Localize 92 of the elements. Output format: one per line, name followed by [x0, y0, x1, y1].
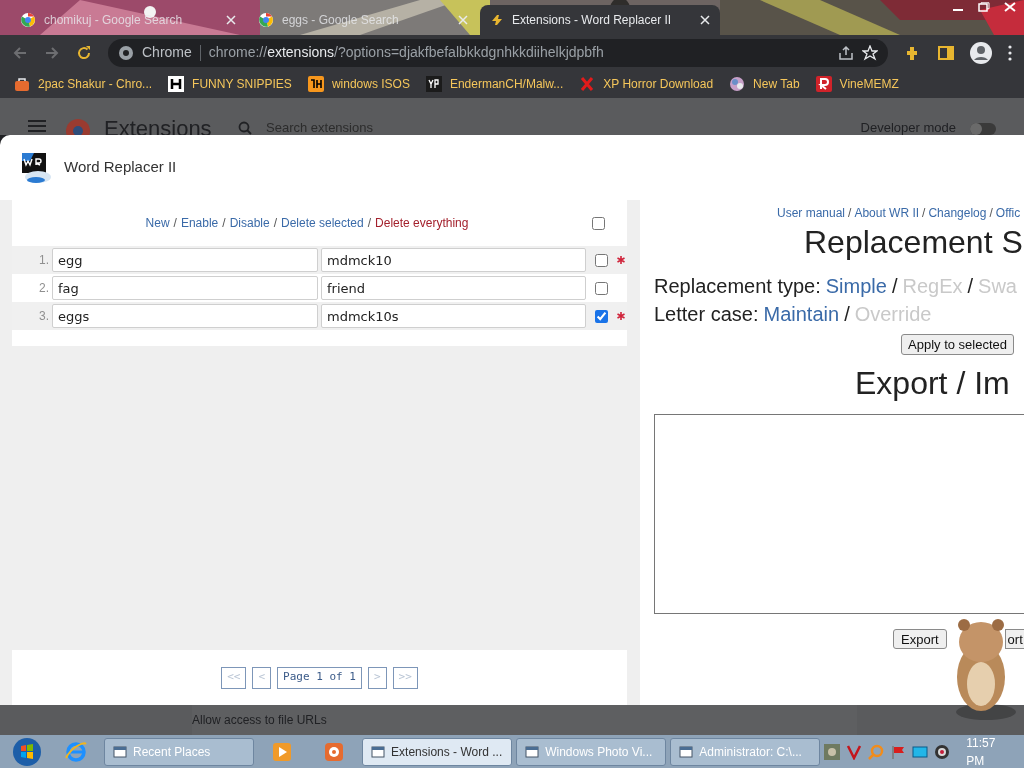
separator: / [843, 302, 851, 327]
browser-tab[interactable]: Extensions - Word Replacer II [480, 5, 720, 35]
address-bar[interactable]: Chrome chrome://extensions/?options=djakfbefalbkkdgnhkkdiihelkjdpbfh [108, 38, 888, 67]
tray-icon[interactable] [824, 743, 841, 760]
action-link[interactable]: Delete everything [375, 214, 469, 232]
bookmark-icon [579, 76, 596, 92]
row-number: 3. [38, 308, 50, 325]
speaker-icon[interactable] [934, 743, 951, 760]
option-label: Letter case: [654, 302, 760, 327]
help-link[interactable]: Changelog [928, 204, 987, 222]
separator: / [172, 215, 178, 232]
apply-button[interactable]: Apply to selected [901, 334, 1014, 355]
site-label: Chrome [142, 43, 192, 62]
replace-field[interactable]: mdmck10s [321, 304, 586, 328]
clock: 11:57 PM [966, 734, 997, 768]
bookmark-item[interactable]: XP Horror Download [579, 75, 714, 93]
separator: / [921, 205, 927, 222]
separator: / [366, 215, 373, 232]
bookmark-icon [815, 76, 832, 92]
bookmark-icon [307, 76, 324, 92]
reload-icon[interactable] [76, 44, 92, 61]
replace-field[interactable]: friend [321, 276, 586, 300]
export-button[interactable]: Export [893, 629, 947, 649]
separator: / [890, 274, 899, 299]
window-icon [679, 744, 694, 759]
app-logo-icon [20, 150, 52, 185]
tab-title: chomikuj - Google Search [44, 12, 184, 29]
replace-field[interactable]: mdmck10 [321, 248, 586, 272]
menu-icon[interactable] [1008, 44, 1012, 61]
close-icon[interactable] [700, 15, 710, 25]
window-icon [371, 744, 386, 759]
toggle-switch[interactable] [970, 123, 996, 135]
find-field[interactable]: eggs [52, 304, 318, 328]
chrome-icon [118, 44, 134, 61]
bookmark-item[interactable]: VineMEMZ [815, 75, 899, 93]
bookmark-icon [168, 76, 185, 92]
window-icon [113, 744, 127, 759]
row-number: 1. [38, 252, 50, 269]
avatar-icon[interactable] [970, 41, 992, 64]
find-field[interactable]: egg [52, 248, 318, 272]
google-icon [20, 12, 36, 28]
sidebar-icon[interactable] [938, 44, 954, 61]
restore-icon[interactable] [978, 2, 990, 12]
import-button[interactable]: ort [1004, 629, 1024, 649]
page-indicator: Page 1 of 1 [277, 666, 362, 689]
find-field[interactable]: fag [52, 276, 318, 300]
help-link[interactable]: About WR II [854, 204, 920, 222]
window-icon [525, 744, 540, 759]
tab-title: Extensions - Word Replacer II [512, 12, 673, 29]
bookmark-item[interactable]: New Tab [729, 75, 800, 93]
forward-icon[interactable] [44, 44, 60, 61]
separator: / [221, 215, 227, 232]
search-icon [238, 121, 252, 135]
option-link[interactable]: Maintain [763, 300, 840, 328]
option-link[interactable]: Simple [825, 272, 887, 300]
setting-label: Allow access to file URLs [192, 712, 327, 729]
close-icon[interactable] [226, 15, 236, 25]
help-link[interactable]: User manual [777, 204, 846, 222]
separator: / [847, 205, 853, 222]
share-icon[interactable] [838, 44, 854, 61]
separator: / [272, 215, 278, 232]
google-icon [258, 12, 274, 28]
action-link[interactable]: New [145, 214, 170, 232]
bookmark-item[interactable]: EndermanCH/Malw... [425, 75, 564, 93]
option-label: Replacement type: [654, 274, 822, 299]
row-checkbox[interactable] [595, 309, 608, 323]
section-heading: Replacement S [803, 223, 1024, 262]
taskbar-button[interactable]: Extensions - Word ... [362, 737, 513, 766]
bookmark-icon [425, 76, 442, 92]
bookmark-icon [729, 76, 746, 92]
help-link[interactable]: Offic [995, 204, 1021, 222]
bookmark-icon [14, 76, 30, 92]
bookmark-item[interactable]: 2pac Shakur - Chro... [14, 75, 153, 93]
start-button[interactable] [12, 736, 42, 767]
url-text: chrome://extensions/?options=djakfbefalbkkdgnhkkdiihelkjdpbfh [208, 43, 604, 62]
bookmark-item[interactable]: windows ISOS [307, 75, 410, 93]
tray-icon[interactable] [846, 743, 863, 760]
back-icon[interactable] [12, 44, 28, 61]
action-link[interactable]: Disable [229, 214, 270, 232]
action-link[interactable]: Delete selected [281, 214, 364, 232]
toggle-label: Developer mode [860, 118, 956, 135]
separator: / [966, 274, 975, 299]
select-all-checkbox[interactable] [592, 216, 605, 230]
row-number: 2. [38, 280, 50, 297]
separator: / [988, 205, 994, 222]
section-heading: Export / Im [854, 364, 1011, 403]
row-checkbox[interactable] [595, 253, 608, 267]
bookmark-item[interactable]: FUNNY SNIPPIES [168, 75, 292, 93]
action-link[interactable]: Enable [180, 214, 219, 232]
star-icon[interactable] [862, 44, 878, 61]
dialog-title: Word Replacer II [64, 157, 177, 178]
row-checkbox[interactable] [595, 281, 608, 295]
